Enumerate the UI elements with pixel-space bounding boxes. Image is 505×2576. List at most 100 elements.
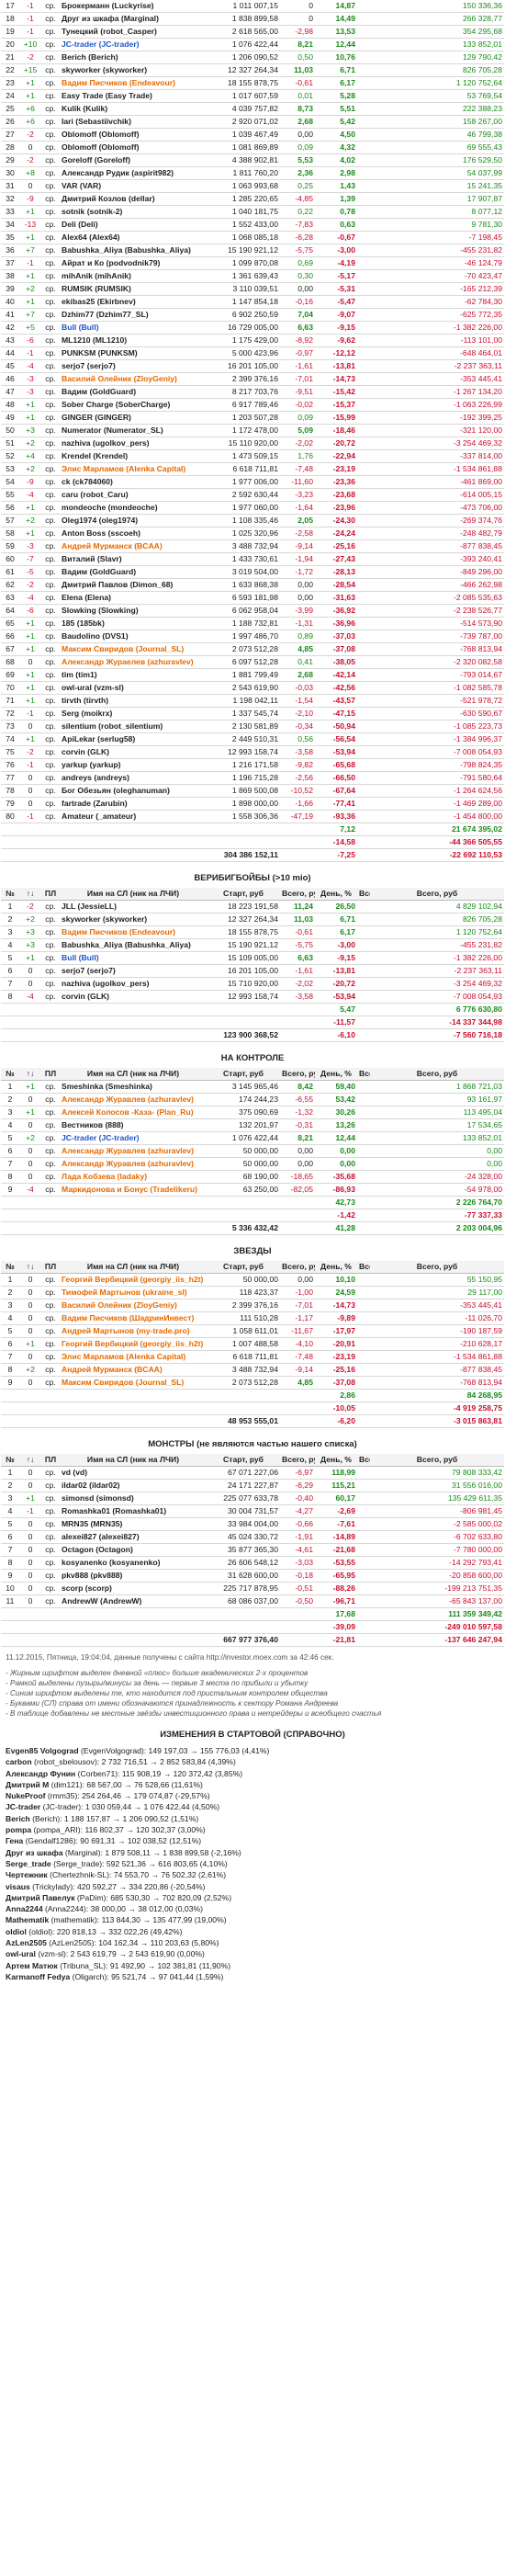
column-header[interactable]: ↑↓ xyxy=(19,1454,41,1467)
column-header[interactable]: Всего, руб xyxy=(280,1261,315,1274)
trader-name[interactable]: Александр Журавлев (azhuravlev) xyxy=(60,1157,207,1171)
change-trader-name[interactable]: Serge_trade xyxy=(6,1859,51,1868)
trader-name[interactable]: Iari (Sebastiivchik) xyxy=(60,115,207,129)
column-header[interactable]: № xyxy=(1,1261,19,1274)
trader-name[interactable]: caru (robot_Caru) xyxy=(60,488,207,502)
trader-name[interactable]: Маркидонова и Бонус (Tradelikeru) xyxy=(60,1183,207,1197)
trader-name[interactable]: nazhiva (ugolkov_pers) xyxy=(60,977,207,991)
change-trader-name[interactable]: owl-ural xyxy=(6,1949,36,1958)
column-header[interactable]: Имя на СЛ (ник на ЛЧИ) xyxy=(60,1454,207,1467)
trader-name[interactable]: Георгий Вербицкий (georgiy_iis_h2t) xyxy=(60,1273,207,1287)
trader-name[interactable]: Babushka_Aliya (Babushka_Aliya) xyxy=(60,244,207,257)
trader-name[interactable]: Василий Олейник (ZloyGeniy) xyxy=(60,372,207,386)
trader-name[interactable]: Вадим Писчиков (Endeavour) xyxy=(60,925,207,939)
trader-name[interactable]: ck (ck784060) xyxy=(60,475,207,489)
trader-name[interactable]: Александр Жураелев (azhuravlev) xyxy=(60,655,207,669)
trader-name[interactable]: corvin (GLK) xyxy=(60,745,207,759)
trader-name[interactable]: Numerator (Numerator_SL) xyxy=(60,424,207,437)
trader-name[interactable]: mihAnik (mihAnik) xyxy=(60,269,207,283)
trader-name[interactable]: Babushka_Aliya (Babushka_Aliya) xyxy=(60,938,207,952)
trader-name[interactable]: fartrade (Zarubin) xyxy=(60,797,207,811)
trader-name[interactable]: pkv888 (pkv888) xyxy=(60,1569,207,1583)
change-trader-name[interactable]: Karmanoff Fedya xyxy=(6,1972,70,1981)
trader-name[interactable]: Тимофей Мартынов (ukraine_sl) xyxy=(60,1286,207,1299)
trader-name[interactable]: Elena (Elena) xyxy=(60,591,207,605)
column-header[interactable]: Всего, % xyxy=(357,1068,370,1081)
trader-name[interactable]: GINGER (GINGER) xyxy=(60,411,207,425)
change-trader-name[interactable]: Berich xyxy=(6,1814,30,1823)
trader-name[interactable]: Oblomoff (Oblomoff) xyxy=(60,141,207,154)
trader-name[interactable]: PUNKSM (PUNKSM) xyxy=(60,346,207,360)
trader-name[interactable]: scorp (scorp) xyxy=(60,1582,207,1595)
trader-name[interactable]: Berich (Berich) xyxy=(60,51,207,64)
trader-name[interactable]: RUMSIK (RUMSIK) xyxy=(60,282,207,296)
trader-name[interactable]: Андрей Мартынов (my-trade.pro) xyxy=(60,1324,207,1338)
trader-name[interactable]: Krendel (Krendel) xyxy=(60,449,207,463)
column-header[interactable]: ПЛ xyxy=(41,888,60,901)
trader-name[interactable]: tim (tim1) xyxy=(60,668,207,682)
trader-name[interactable]: Элис Марламов (Alenka Capital) xyxy=(60,462,207,476)
trader-name[interactable]: Айрат и Ко (podvodnik79) xyxy=(60,256,207,270)
change-trader-name[interactable]: carbon xyxy=(6,1757,32,1766)
change-trader-name[interactable]: oldiol xyxy=(6,1927,27,1936)
trader-name[interactable]: Octagon (Octagon) xyxy=(60,1543,207,1557)
trader-name[interactable]: JC-trader (JC-trader) xyxy=(60,1131,207,1145)
column-header[interactable]: Всего, % xyxy=(357,1261,370,1274)
trader-name[interactable]: Romashka01 (Romashka01) xyxy=(60,1504,207,1518)
trader-name[interactable]: Oleg1974 (oleg1974) xyxy=(60,514,207,528)
column-header[interactable]: День, % xyxy=(315,1454,357,1467)
trader-name[interactable]: alexei827 (alexei827) xyxy=(60,1530,207,1544)
change-trader-name[interactable]: pompa xyxy=(6,1825,31,1834)
column-header[interactable]: Имя на СЛ (ник на ЛЧИ) xyxy=(60,1068,207,1081)
trader-name[interactable]: Вадим (GoldGuard) xyxy=(60,385,207,399)
trader-name[interactable]: ML1210 (ML1210) xyxy=(60,334,207,347)
trader-name[interactable]: Вестников (888) xyxy=(60,1118,207,1132)
trader-name[interactable]: Baudolino (DVS1) xyxy=(60,630,207,643)
trader-name[interactable]: tirvth (tirvth) xyxy=(60,694,207,708)
change-trader-name[interactable]: Александр Фунин xyxy=(6,1769,75,1778)
trader-name[interactable]: Георгий Вербицкий (georgiy_iis_h2t) xyxy=(60,1337,207,1351)
trader-name[interactable]: nazhiva (ugolkov_pers) xyxy=(60,437,207,450)
trader-name[interactable]: Александр Рудик (aspirit982) xyxy=(60,166,207,180)
trader-name[interactable]: Дмитрий Павлов (Dimon_68) xyxy=(60,578,207,592)
trader-name[interactable]: silentium (robot_silentium) xyxy=(60,720,207,733)
trader-name[interactable]: JC-trader (JC-trader) xyxy=(60,38,207,51)
change-trader-name[interactable]: Гена xyxy=(6,1836,23,1845)
trader-name[interactable]: Виталий (Slavr) xyxy=(60,552,207,566)
trader-name[interactable]: Друг из шкафа (Marginal) xyxy=(60,12,207,26)
change-trader-name[interactable]: JC-trader xyxy=(6,1802,40,1811)
trader-name[interactable]: Вадим (GoldGuard) xyxy=(60,565,207,579)
trader-name[interactable]: Андрей Мурманск (BCAA) xyxy=(60,1363,207,1377)
column-header[interactable]: ↑↓ xyxy=(19,1068,41,1081)
trader-name[interactable]: skyworker (skyworker) xyxy=(60,913,207,926)
column-header[interactable]: Имя на СЛ (ник на ЛЧИ) xyxy=(60,1261,207,1274)
trader-name[interactable]: Easy Trade (Easy Trade) xyxy=(60,89,207,103)
column-header[interactable]: Всего, руб xyxy=(370,1068,504,1081)
column-header[interactable]: ПЛ xyxy=(41,1068,60,1081)
change-trader-name[interactable]: Друг из шкафа xyxy=(6,1848,63,1857)
change-trader-name[interactable]: Anna2244 xyxy=(6,1904,43,1913)
trader-name[interactable]: Serg (moikrx) xyxy=(60,707,207,721)
trader-name[interactable]: kosyanenko (kosyanenko) xyxy=(60,1556,207,1570)
trader-name[interactable]: simonsd (simonsd) xyxy=(60,1492,207,1505)
trader-name[interactable]: Bull (Bull) xyxy=(60,951,207,965)
change-trader-name[interactable]: AzLen2505 xyxy=(6,1938,47,1947)
trader-name[interactable]: Василий Олейник (ZloyGeniy) xyxy=(60,1299,207,1312)
column-header[interactable]: Всего, % xyxy=(357,888,370,901)
trader-name[interactable]: 185 (185bk) xyxy=(60,617,207,630)
column-header[interactable]: Всего, руб xyxy=(280,1068,315,1081)
trader-name[interactable]: Sober Charge (SoberCharge) xyxy=(60,398,207,412)
trader-name[interactable]: Oblomoff (Oblomoff) xyxy=(60,128,207,142)
change-trader-name[interactable]: Артем Матюк xyxy=(6,1961,58,1970)
column-header[interactable]: № xyxy=(1,1068,19,1081)
trader-name[interactable]: serjo7 (serjo7) xyxy=(60,964,207,978)
trader-name[interactable]: Элис Марламов (Alenka Capital) xyxy=(60,1350,207,1364)
trader-name[interactable]: Тунецкий (robot_Casper) xyxy=(60,25,207,39)
trader-name[interactable]: ekibas25 (Ekirbnev) xyxy=(60,295,207,309)
trader-name[interactable]: yarkup (yarkup) xyxy=(60,758,207,772)
column-header[interactable]: Всего, руб xyxy=(280,888,315,901)
change-trader-name[interactable]: Mathematik xyxy=(6,1915,49,1924)
trader-name[interactable]: Максим Свиридов (Journal_SL) xyxy=(60,1376,207,1390)
trader-name[interactable]: Лада Кобзева (ladaky) xyxy=(60,1170,207,1184)
trader-name[interactable]: Dzhim77 (Dzhim77_SL) xyxy=(60,308,207,322)
